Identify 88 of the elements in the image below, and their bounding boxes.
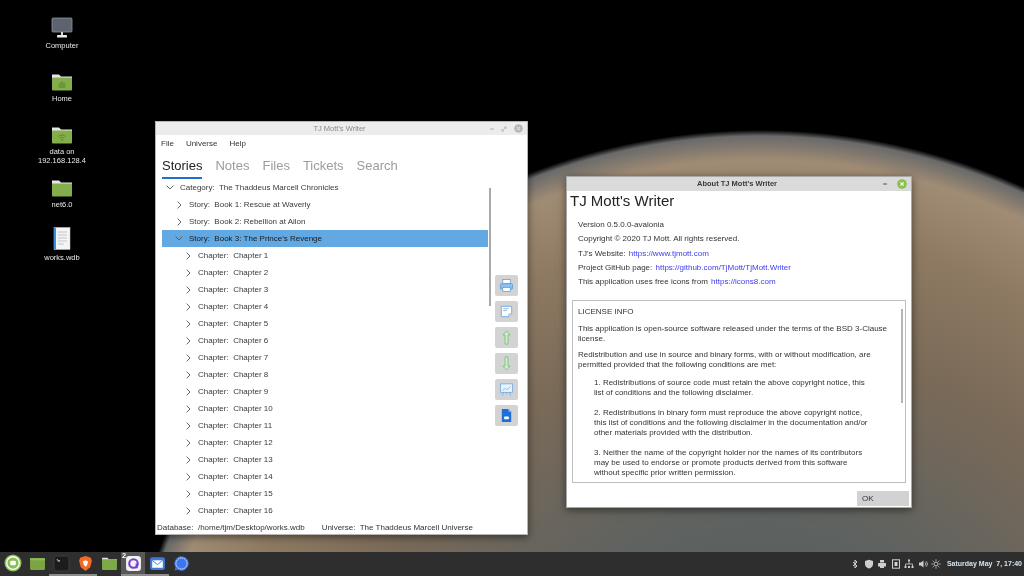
tree-item[interactable]: Story: Book 3: The Prince's Revenge — [162, 230, 488, 247]
word-export-button[interactable] — [495, 405, 518, 426]
brightness-icon[interactable] — [931, 559, 942, 569]
document-icon[interactable] — [53, 227, 71, 250]
tree-item[interactable]: Category: The Thaddeus Marcell Chronicles — [162, 179, 488, 196]
license-paragraph: Redistribution and use in source and binary forms, with or without modification, are permitted provided that the following conditions are met: — [578, 350, 872, 371]
chevron-down-icon[interactable] — [166, 185, 174, 190]
square-icon[interactable] — [890, 559, 901, 569]
chevron-right-icon[interactable] — [185, 302, 191, 311]
network-icon[interactable] — [904, 559, 915, 569]
chevron-right-icon[interactable] — [185, 370, 191, 379]
tree-item[interactable]: Chapter: Chapter 5 — [162, 315, 488, 332]
scrollbar-thumb[interactable] — [489, 188, 491, 306]
wifi-folder-icon[interactable] — [51, 126, 73, 144]
monitor-icon[interactable] — [51, 17, 73, 38]
tree-item[interactable]: Chapter: Chapter 2 — [162, 264, 488, 281]
tree-item[interactable]: Chapter: Chapter 4 — [162, 298, 488, 315]
menu-item[interactable]: File — [161, 139, 174, 149]
license-clause: 2. Redistributions in binary form must reproduce the above copyright notice, this list of conditions and the following disclaimer in the documentation and/or other materials provided with the distribution. — [594, 408, 869, 439]
about-heading: TJ Mott's Writer — [569, 191, 676, 211]
chevron-right-icon[interactable] — [185, 387, 191, 396]
tree-item[interactable]: Chapter: Chapter 1 — [162, 247, 488, 264]
home-folder-icon[interactable] — [51, 73, 73, 91]
chevron-down-icon[interactable] — [175, 236, 183, 241]
shield-icon — [76, 554, 94, 572]
printer-icon[interactable] — [877, 559, 888, 569]
status-text: Database: /home/tjm/Desktop/works.wdb — [157, 523, 305, 533]
tree-item[interactable]: Chapter: Chapter 8 — [162, 366, 488, 383]
license-paragraph: This application is open-source software released under the terms of the BSD 3-Clause license. — [578, 324, 889, 345]
tree-item[interactable]: Chapter: Chapter 16 — [162, 502, 488, 519]
tree-item[interactable]: Chapter: Chapter 14 — [162, 468, 488, 485]
tab[interactable]: Stories — [162, 153, 203, 179]
license-clause: 1. Redistributions of source code must retain the above copyright notice, this list of conditions and the following disclaimer. — [594, 378, 866, 399]
tree-item[interactable]: Chapter: Chapter 10 — [162, 400, 488, 417]
ring-icon — [124, 554, 142, 572]
terminal-icon — [52, 554, 70, 572]
about-info-text: Version 0.5.0.0-avalonia — [578, 219, 665, 231]
chevron-right-icon[interactable] — [185, 506, 191, 515]
shield-icon[interactable] — [863, 559, 874, 569]
ok-button[interactable]: OK — [857, 491, 909, 506]
printer-icon — [499, 278, 514, 293]
tree-item[interactable]: Chapter: Chapter 6 — [162, 332, 488, 349]
license-heading: LICENSE INFO — [578, 307, 635, 318]
scrollbar-thumb[interactable] — [901, 309, 903, 404]
tree-item[interactable]: Chapter: Chapter 12 — [162, 434, 488, 451]
tree-item[interactable]: Chapter: Chapter 11 — [162, 417, 488, 434]
down-arrow-icon — [499, 356, 514, 371]
link[interactable]: https://icons8.com — [711, 277, 776, 287]
tree-item[interactable]: Story: Book 2: Rebellion at Ailon — [162, 213, 488, 230]
link[interactable]: https://www.tjmott.com — [628, 248, 709, 258]
tree-item[interactable]: Chapter: Chapter 15 — [162, 485, 488, 502]
chevron-right-icon[interactable] — [185, 319, 191, 328]
chevron-right-icon[interactable] — [185, 336, 191, 345]
chevron-right-icon[interactable] — [185, 251, 191, 260]
tree-item[interactable]: Chapter: Chapter 3 — [162, 281, 488, 298]
tree-item[interactable]: Chapter: Chapter 7 — [162, 349, 488, 366]
chevron-right-icon[interactable] — [185, 353, 191, 362]
status-text: Universe: The Thaddeus Marcell Universe — [321, 523, 473, 533]
link[interactable]: https://github.com/TjMott/TjMott.Writer — [655, 262, 791, 272]
about-info-text: TJ's Website: https://www.tjmott.com — [578, 247, 710, 260]
up-arrow-icon — [499, 330, 514, 345]
tree-item[interactable]: Chapter: Chapter 13 — [162, 451, 488, 468]
license-clause: 3. Neither the name of the copyright holder nor the names of its contributors may be used to endorse or promote products derived from this software without specific prior written permission. — [594, 448, 864, 479]
chevron-right-icon[interactable] — [185, 404, 191, 413]
chevron-right-icon[interactable] — [185, 438, 191, 447]
chevron-right-icon[interactable] — [185, 421, 191, 430]
menu-item[interactable]: Universe — [185, 139, 218, 149]
volume-icon[interactable] — [917, 559, 928, 569]
chevron-right-icon[interactable] — [185, 472, 191, 481]
menu-item[interactable]: Help — [229, 139, 246, 149]
presentation-board-icon — [499, 382, 514, 397]
envelope-icon — [148, 554, 166, 572]
word-document-icon — [499, 408, 514, 423]
note-page-icon — [499, 304, 514, 319]
chevron-right-icon[interactable] — [185, 455, 191, 464]
folder-icon[interactable] — [51, 179, 73, 197]
about-info-text: Project GitHub page: https://github.com/TjMott/TjMott.Writer — [578, 261, 792, 274]
tree-item[interactable]: Chapter: Chapter 9 — [162, 383, 488, 400]
logo-icon — [4, 554, 22, 572]
chevron-right-icon[interactable] — [185, 268, 191, 277]
tree-item[interactable]: Story: Book 1: Rescue at Waverly — [162, 196, 488, 213]
speech-bubble-icon — [172, 554, 190, 572]
chevron-right-icon[interactable] — [185, 285, 191, 294]
chevron-right-icon[interactable] — [176, 200, 182, 209]
chevron-right-icon[interactable] — [176, 217, 182, 226]
about-info-text: This application uses free icons from https://icons8.com — [578, 276, 777, 289]
about-info-text: Copyright © 2020 TJ Mott. All rights reserved. — [578, 233, 741, 246]
chevron-right-icon[interactable] — [185, 489, 191, 498]
